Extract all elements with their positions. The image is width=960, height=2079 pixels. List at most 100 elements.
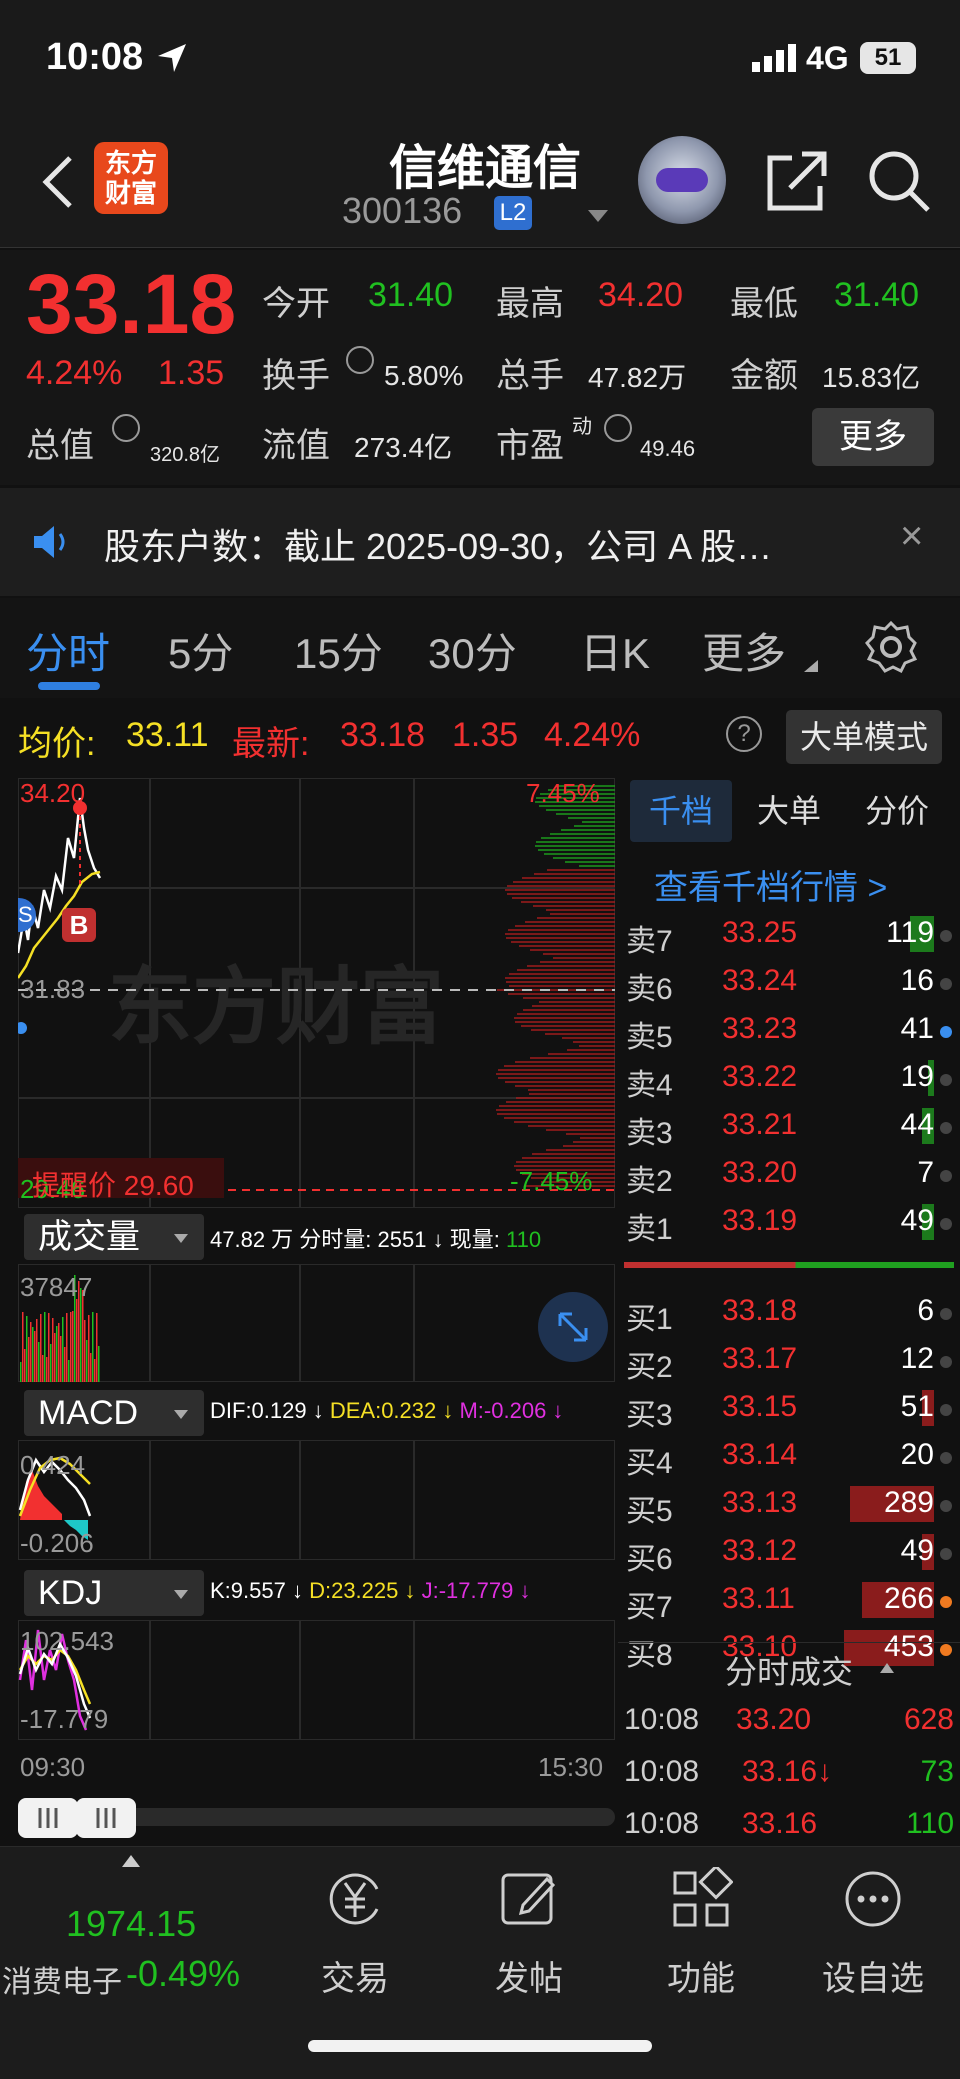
l2-badge[interactable]: L2 — [494, 196, 532, 230]
intraday-chart[interactable]: 东方财富 34.20 7.45% 31.83 29.46 -7.45% 提醒价 … — [18, 778, 615, 1838]
kdj-d: D:23.225 ↓ — [309, 1578, 416, 1603]
bid-row[interactable]: 买2 33.17 12 — [626, 1336, 956, 1384]
level-price: 33.21 — [722, 1108, 798, 1141]
apps-grid-icon — [673, 1867, 733, 1927]
nav-functions[interactable]: 功能 — [636, 1867, 766, 1998]
volume-total: 47.82 万 — [210, 1227, 294, 1252]
expand-icon[interactable] — [538, 1292, 608, 1362]
bid-row[interactable]: 买3 33.15 51 — [626, 1384, 956, 1432]
ask-row[interactable]: 卖3 33.21 44 — [626, 1102, 956, 1150]
ask-row[interactable]: 卖7 33.25 119 — [626, 910, 956, 958]
nav-post[interactable]: 发帖 — [464, 1867, 594, 1998]
trades-title[interactable]: 分时成交 — [618, 1647, 960, 1693]
caret-up-icon — [880, 1663, 894, 1673]
notice-text[interactable]: 股东户数：截止 2025-09-30，公司 A 股… — [104, 518, 772, 570]
ask-row[interactable]: 卖5 33.23 41 — [626, 1006, 956, 1054]
notice-bar[interactable]: 股东户数：截止 2025-09-30，公司 A 股… × — [0, 488, 960, 596]
battery-icon: 51 — [860, 42, 916, 74]
reminder-price-label[interactable]: 提醒价 29.60 — [32, 1164, 194, 1204]
open-label: 今开 — [262, 285, 330, 323]
caret-up-icon[interactable] — [122, 1855, 140, 1867]
bid-row[interactable]: 买6 33.12 49 — [626, 1528, 956, 1576]
scroll-handle-left[interactable] — [18, 1798, 78, 1838]
volume-selector[interactable]: 成交量 — [24, 1214, 204, 1260]
status-dot — [940, 978, 952, 990]
sector-index-value[interactable]: 1974.15 — [66, 1903, 196, 1945]
buy-marker-b[interactable]: B — [62, 908, 96, 942]
info-dots-icon[interactable] — [604, 414, 632, 442]
open-value: 31.40 — [368, 276, 454, 314]
ask-row[interactable]: 卖2 33.20 7 — [626, 1150, 956, 1198]
ask-row[interactable]: 卖4 33.22 19 — [626, 1054, 956, 1102]
share-icon[interactable] — [764, 148, 830, 214]
tab-more[interactable]: 更多 — [702, 620, 786, 681]
status-dot — [940, 1170, 952, 1182]
close-icon[interactable]: × — [900, 514, 923, 559]
level-qty: 6 — [917, 1294, 934, 1327]
nav-trade[interactable]: 交易 — [290, 1867, 420, 1998]
level-price: 33.23 — [722, 1012, 798, 1045]
tab-30min[interactable]: 30分 — [428, 620, 517, 681]
robot-assistant-icon[interactable] — [638, 136, 726, 224]
caret-down-icon[interactable] — [588, 210, 608, 222]
volume-label: 总手 — [496, 357, 564, 395]
macd-axis-max: 0.424 — [20, 1450, 86, 1480]
sector-index-change[interactable]: -0.49% — [126, 1953, 240, 1995]
bid-row[interactable]: 买4 33.14 20 — [626, 1432, 956, 1480]
kdj-selector[interactable]: KDJ — [24, 1570, 204, 1616]
macd-selector[interactable]: MACD — [24, 1390, 204, 1436]
level-label: 卖6 — [626, 973, 673, 1006]
tab-price-split[interactable]: 分价 — [846, 780, 948, 842]
volume-period-label: 分时量: — [299, 1227, 372, 1252]
price-chart[interactable]: 东方财富 — [18, 778, 615, 1208]
bid-row[interactable]: 买1 33.18 6 — [626, 1288, 956, 1336]
gear-icon[interactable] — [864, 620, 918, 674]
volume-chart[interactable] — [18, 1264, 615, 1382]
tab-5min[interactable]: 5分 — [168, 620, 233, 681]
level-qty: 51 — [900, 1390, 934, 1423]
ask-row[interactable]: 卖6 33.24 16 — [626, 958, 956, 1006]
latest-change: 1.35 — [452, 716, 519, 754]
info-dots-icon[interactable] — [112, 414, 140, 442]
back-arrow-icon[interactable] — [40, 154, 76, 210]
scroll-handle-right[interactable] — [76, 1798, 136, 1838]
level-label: 买1 — [626, 1303, 673, 1336]
more-button[interactable]: 更多 — [812, 408, 934, 466]
app-logo[interactable]: 东方财富 — [94, 142, 168, 214]
level-price: 33.24 — [722, 964, 798, 997]
help-icon[interactable]: ? — [726, 716, 762, 752]
home-indicator[interactable] — [308, 2040, 652, 2052]
tab-15min[interactable]: 15分 — [294, 620, 383, 681]
nav-add-watchlist[interactable]: 设自选 — [808, 1867, 938, 1998]
latest-label: 最新: — [232, 725, 310, 763]
avg-label: 均价: — [18, 725, 96, 763]
search-icon[interactable] — [866, 148, 934, 216]
info-dots-icon[interactable] — [346, 346, 374, 374]
ask-row[interactable]: 卖1 33.19 49 — [626, 1198, 956, 1246]
status-dot — [940, 930, 952, 942]
big-order-mode-button[interactable]: 大单模式 — [786, 710, 942, 764]
tab-big-order[interactable]: 大单 — [738, 780, 840, 842]
status-time: 10:08 — [46, 36, 144, 78]
status-dot — [940, 1596, 952, 1608]
bid-ask-ratio-bar — [624, 1262, 954, 1268]
tick-trades[interactable]: 分时成交 10:08 33.20 628 10:08 33.16↓ 73 10:08 33… — [618, 1642, 960, 1842]
tab-level-depth[interactable]: 千档 — [630, 780, 732, 842]
level-qty: 44 — [900, 1108, 934, 1141]
level-label: 买7 — [626, 1591, 673, 1624]
bid-row[interactable]: 买7 33.11 266 — [626, 1576, 956, 1624]
volume-period: 2551 ↓ — [377, 1227, 444, 1252]
macd-chart[interactable] — [18, 1440, 615, 1560]
macd-axis-min: -0.206 — [20, 1528, 94, 1558]
sector-index-name[interactable]: 消费电子 — [2, 1957, 122, 2001]
tab-daily[interactable]: 日K — [580, 620, 650, 681]
kdj-header: KDJ K:9.557 ↓ D:23.225 ↓ J:-17.779 ↓ — [18, 1570, 615, 1616]
view-depth-link[interactable]: 查看千档行情 > — [654, 860, 887, 909]
quote-panel: 33.18 4.24% 1.35 今开 31.40 最高 34.20 最低 31… — [0, 250, 960, 485]
stock-code: 300136 — [342, 190, 463, 231]
latest-value: 33.18 — [340, 716, 426, 754]
tab-intraday[interactable]: 分时 — [26, 620, 110, 681]
nav-post-label: 发帖 — [495, 1960, 563, 1998]
bid-row[interactable]: 买5 33.13 289 — [626, 1480, 956, 1528]
stock-name[interactable]: 信维通信 — [340, 128, 630, 198]
